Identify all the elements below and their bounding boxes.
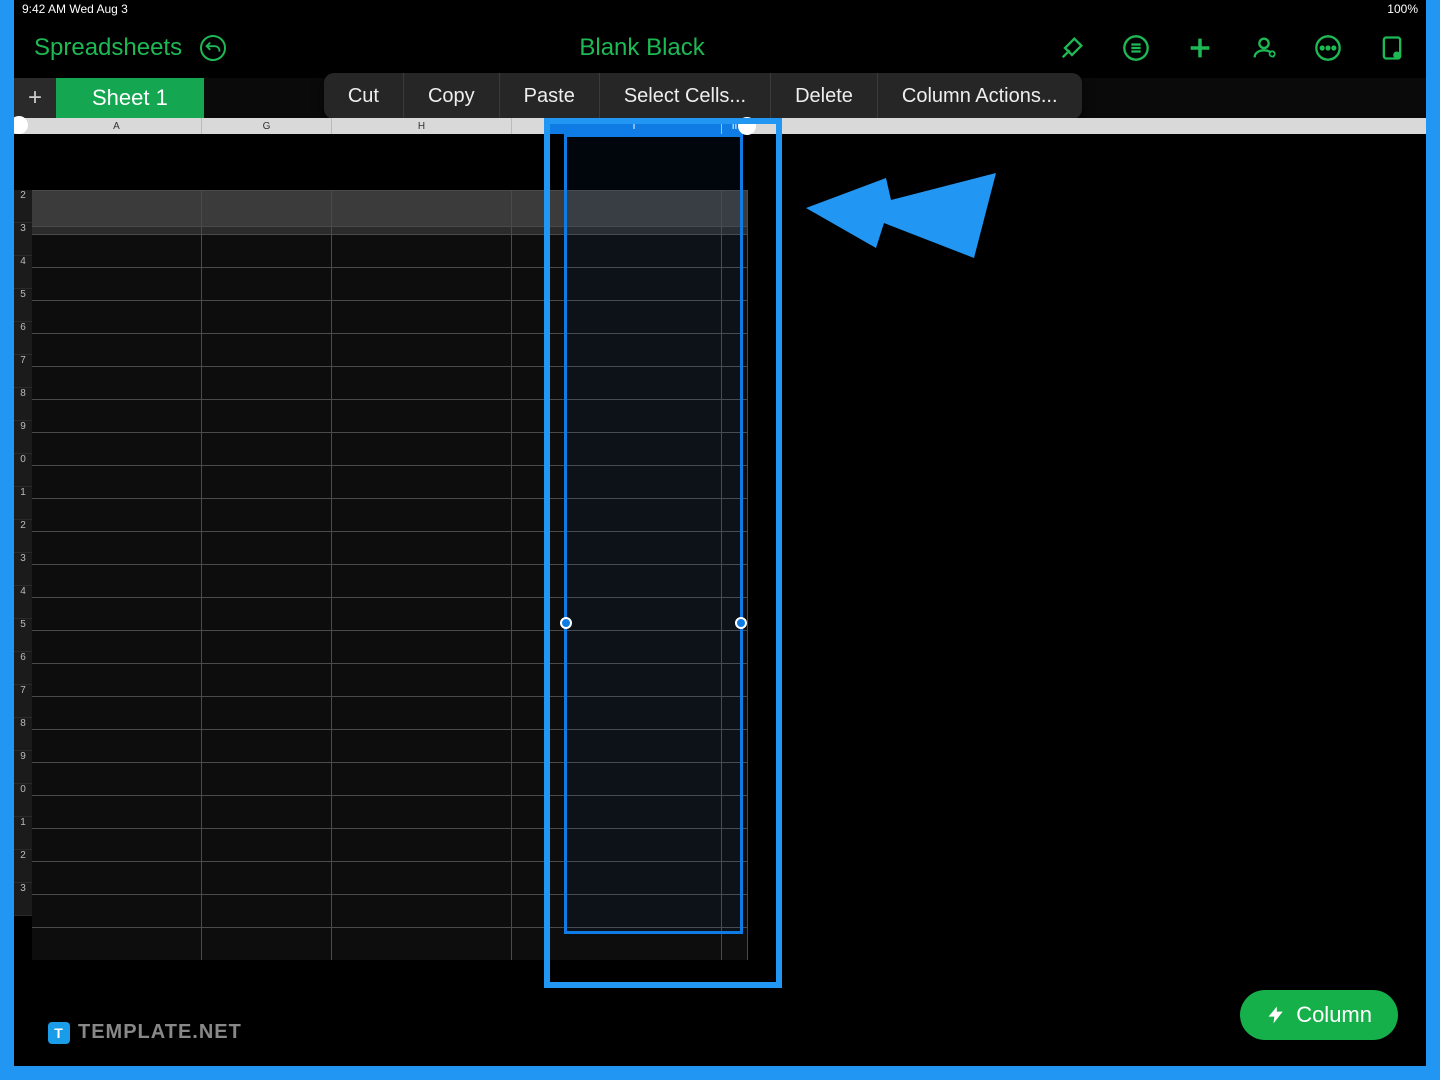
add-sheet-button[interactable]: + <box>14 78 56 118</box>
selection-handle-left[interactable] <box>560 617 572 629</box>
sheet-tab-1[interactable]: Sheet 1 <box>56 78 204 118</box>
bolt-icon <box>1266 1005 1286 1025</box>
watermark-text: TEMPLATE.NET <box>78 1021 242 1044</box>
undo-icon[interactable] <box>200 35 226 61</box>
add-icon[interactable] <box>1186 34 1214 62</box>
sheet-tabs-row: + Sheet 1 Cut Copy Paste Select Cells...… <box>14 78 1426 118</box>
back-button[interactable]: Spreadsheets <box>34 34 182 62</box>
context-menu: Cut Copy Paste Select Cells... Delete Co… <box>324 73 1082 119</box>
list-icon[interactable] <box>1122 34 1150 62</box>
annotation-arrow-icon <box>806 168 1006 293</box>
watermark: T TEMPLATE.NET <box>48 1021 242 1044</box>
document-icon[interactable] <box>1378 34 1406 62</box>
ctx-column-actions[interactable]: Column Actions... <box>878 73 1082 119</box>
status-left: 9:42 AM Wed Aug 3 <box>22 2 128 16</box>
watermark-badge: T <box>48 1022 70 1044</box>
app-header: Spreadsheets Blank Black <box>14 18 1426 78</box>
select-all-corner[interactable] <box>14 118 32 134</box>
status-right: 100% <box>1387 2 1418 16</box>
status-bar: 9:42 AM Wed Aug 3 100% <box>14 0 1426 18</box>
collaborate-icon[interactable] <box>1250 34 1278 62</box>
more-icon[interactable] <box>1314 34 1342 62</box>
column-button-label: Column <box>1296 1002 1372 1028</box>
ctx-paste[interactable]: Paste <box>500 73 600 119</box>
col-header-h[interactable]: H <box>332 118 512 134</box>
row-headers[interactable]: 2 3 4 5 6 7 8 9 0 1 2 3 4 5 6 7 8 9 0 1 <box>14 134 32 916</box>
ctx-select-cells[interactable]: Select Cells... <box>600 73 771 119</box>
ctx-cut[interactable]: Cut <box>324 73 404 119</box>
col-header-spacer <box>512 118 547 134</box>
document-title[interactable]: Blank Black <box>226 34 1058 62</box>
column-selection[interactable] <box>564 134 743 934</box>
spreadsheet-area[interactable]: A G H I II 2 3 4 5 6 7 8 9 0 1 2 3 4 <box>14 118 1426 916</box>
selection-handle-right[interactable] <box>735 617 747 629</box>
col-header-a[interactable]: A <box>32 118 202 134</box>
format-brush-icon[interactable] <box>1058 34 1086 62</box>
ctx-copy[interactable]: Copy <box>404 73 500 119</box>
column-button[interactable]: Column <box>1240 990 1398 1040</box>
ctx-delete[interactable]: Delete <box>771 73 878 119</box>
col-header-g[interactable]: G <box>202 118 332 134</box>
